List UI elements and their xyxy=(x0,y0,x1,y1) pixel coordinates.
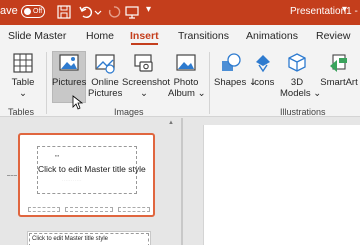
smartart-button[interactable]: SmartArt xyxy=(318,52,360,88)
smartart-icon xyxy=(330,54,347,72)
3d-models-label-1: 3D xyxy=(290,77,304,88)
icons-button[interactable]: Icons xyxy=(248,52,278,88)
photo-album-button[interactable]: Photo Album ⌄ xyxy=(168,52,206,99)
autosave-state: Off xyxy=(33,8,43,15)
undo-icon[interactable] xyxy=(78,4,94,20)
undo-dropdown-icon[interactable] xyxy=(94,4,102,20)
redo-icon[interactable] xyxy=(106,4,122,20)
footer-placeholder-number xyxy=(118,207,150,212)
document-title: Presentation1 - xyxy=(290,6,358,17)
slide-canvas[interactable] xyxy=(203,125,360,245)
footer-placeholder-date xyxy=(28,207,60,212)
icons-icon xyxy=(256,55,270,73)
scroll-up-icon[interactable]: ▲ xyxy=(168,120,174,126)
group-label-images: Images xyxy=(114,107,144,117)
pictures-icon xyxy=(59,54,79,71)
title-dropdown-icon[interactable]: ▾ xyxy=(342,4,347,15)
master-subtitle-text: · · · · · · · · · · · xyxy=(62,178,82,182)
3d-cube-icon xyxy=(288,53,306,72)
ribbon-tabs: Slide Master Home Insert Transitions Ani… xyxy=(0,25,360,47)
master-title-text: Click to edit Master title style xyxy=(38,164,146,174)
screenshot-button[interactable]: Screenshot ⌄ xyxy=(122,52,171,99)
placeholder-marker: ▪▪▪ xyxy=(55,153,60,158)
screenshot-dropdown-icon: ⌄ xyxy=(140,88,148,99)
online-pictures-button[interactable]: Online Pictures xyxy=(88,52,122,99)
3d-models-button[interactable]: 3D Models ⌄ xyxy=(280,52,321,99)
tab-animations[interactable]: Animations xyxy=(246,30,298,42)
pane-divider[interactable] xyxy=(182,118,183,245)
3d-models-label-2-text: Models xyxy=(280,88,311,99)
group-label-tables: Tables xyxy=(8,107,35,117)
save-icon[interactable] xyxy=(56,4,72,20)
tab-home[interactable]: Home xyxy=(86,30,114,42)
3d-models-label-2: Models ⌄ xyxy=(280,88,321,99)
group-separator xyxy=(209,52,210,114)
online-pictures-icon xyxy=(95,54,115,74)
toggle-knob xyxy=(24,8,31,15)
pictures-label: Pictures xyxy=(52,77,87,88)
shapes-button[interactable]: Shapes ⌄ xyxy=(214,52,257,88)
shapes-icon xyxy=(222,53,241,71)
start-from-beginning-icon[interactable] xyxy=(124,4,140,20)
pane-guide-line xyxy=(7,175,17,176)
smartart-label: SmartArt xyxy=(320,77,358,88)
photo-album-label-1: Photo xyxy=(173,77,199,88)
online-pictures-label-1: Online xyxy=(91,77,119,88)
screenshot-icon xyxy=(134,54,153,72)
photo-album-label-2-text: Album xyxy=(168,88,195,99)
screenshot-label: Screenshot xyxy=(122,77,171,88)
online-pictures-label-2: Pictures xyxy=(88,88,123,99)
layout-title-text: Click to edit Master title style xyxy=(32,236,109,242)
customize-toolbar-icon[interactable]: ▾ xyxy=(146,4,151,15)
tab-insert[interactable]: Insert xyxy=(130,30,159,42)
tab-transitions[interactable]: Transitions xyxy=(178,30,229,42)
table-icon xyxy=(13,53,33,73)
photo-album-icon xyxy=(176,54,196,71)
autosave-toggle[interactable]: Off xyxy=(21,5,45,18)
mouse-cursor-icon xyxy=(72,95,84,110)
shapes-label: Shapes ⌄ xyxy=(214,77,257,88)
pictures-button[interactable]: Pictures xyxy=(52,52,86,88)
group-label-illustrations: Illustrations xyxy=(280,107,326,117)
icons-label: Icons xyxy=(251,77,275,88)
group-separator xyxy=(46,52,47,114)
photo-album-label-2: Album ⌄ xyxy=(168,88,206,99)
title-bar: ave Off ▾ Presentation1 - ▾ xyxy=(0,0,360,25)
table-label: Table xyxy=(11,77,35,88)
active-tab-indicator xyxy=(131,43,158,45)
shapes-label-text: Shapes xyxy=(214,77,247,88)
autosave-label: ave xyxy=(0,5,18,17)
tab-slide-master[interactable]: Slide Master xyxy=(8,30,66,42)
table-dropdown-icon: ⌄ xyxy=(19,88,27,99)
tab-review[interactable]: Review xyxy=(316,30,350,42)
table-button[interactable]: Table ⌄ xyxy=(8,52,38,99)
footer-placeholder-text xyxy=(65,207,113,212)
